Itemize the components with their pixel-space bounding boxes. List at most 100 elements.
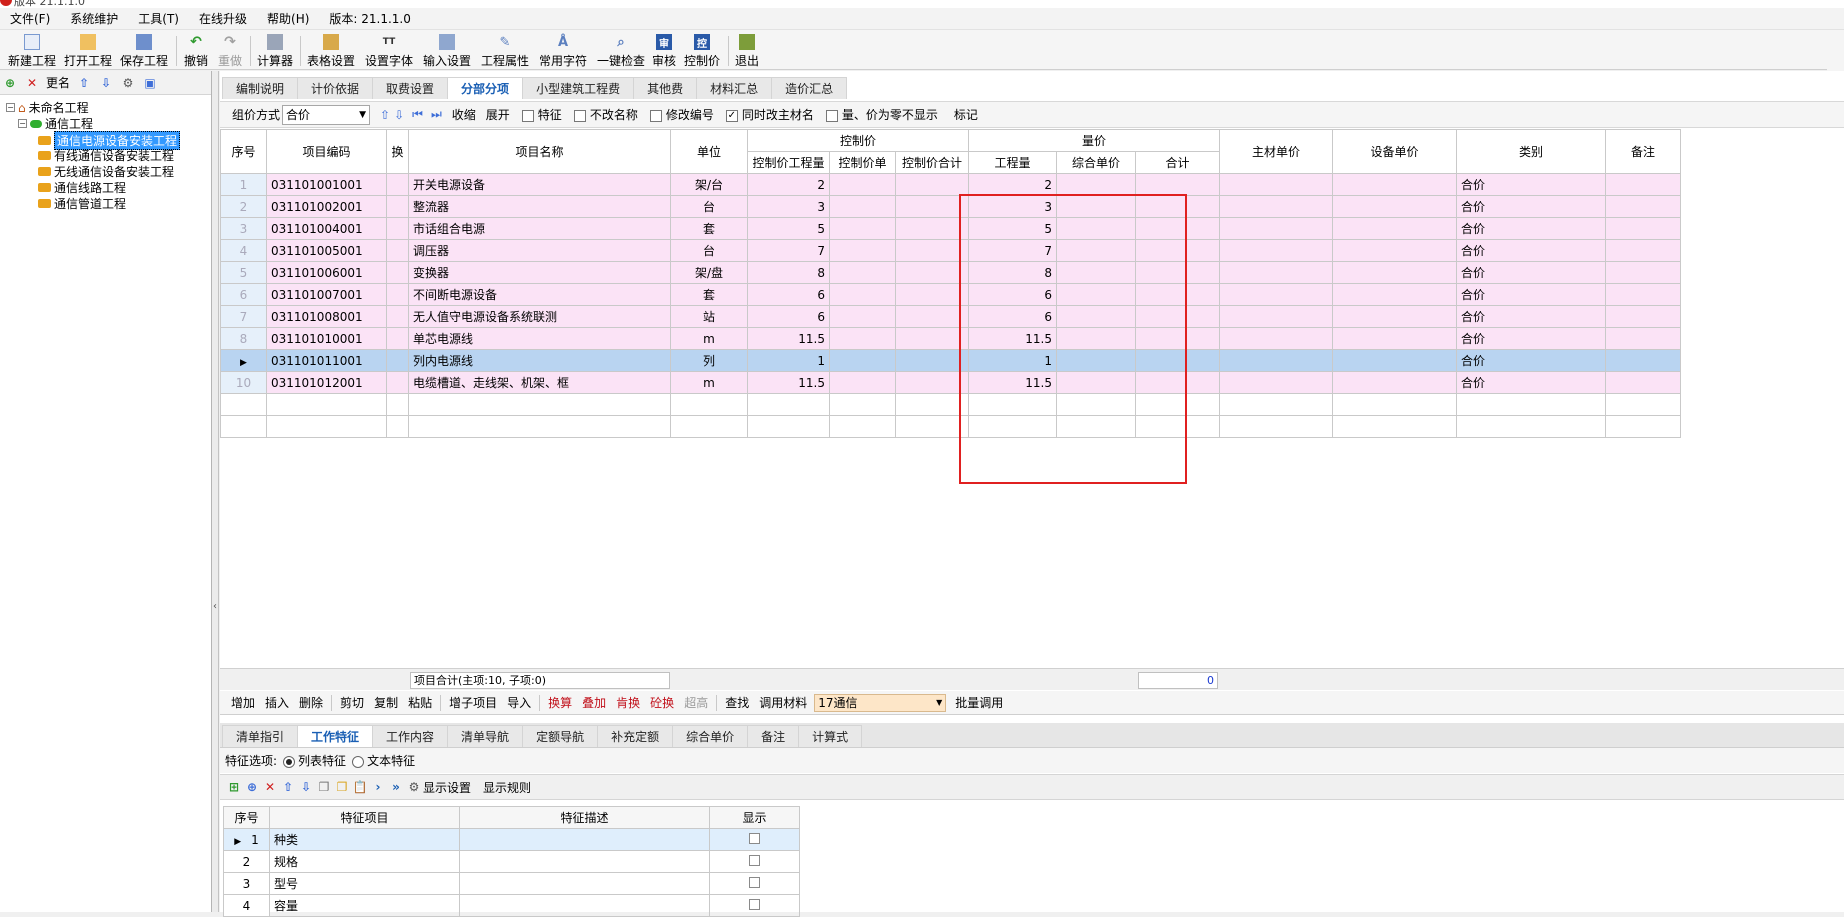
group-mode-select[interactable]: 合价 ▼: [282, 104, 371, 125]
feature-item[interactable]: 型号: [269, 872, 460, 895]
cell-category[interactable]: 合价: [1456, 349, 1606, 372]
cell-seq[interactable]: 6: [220, 283, 267, 306]
cell-control-qty[interactable]: 6: [747, 305, 830, 328]
empty-cell[interactable]: [266, 415, 387, 438]
cell-control-total[interactable]: [895, 305, 969, 328]
collapse-button[interactable]: 收缩: [452, 106, 476, 123]
cell-name[interactable]: 变换器: [408, 261, 671, 284]
cell-control-unit-price[interactable]: [829, 349, 896, 372]
menu-upgrade[interactable]: 在线升级: [189, 10, 257, 27]
cell-control-qty[interactable]: 11.5: [747, 327, 830, 350]
empty-row[interactable]: [220, 415, 1681, 438]
cell-swap[interactable]: [386, 371, 409, 394]
feat-col-show[interactable]: 显示: [709, 806, 800, 829]
cell-code[interactable]: 031101004001: [266, 217, 387, 240]
cell-composite-price[interactable]: [1056, 283, 1136, 306]
cell-seq[interactable]: ▶: [220, 349, 267, 372]
display-rules-button[interactable]: 显示规则: [483, 779, 531, 796]
feature-row[interactable]: 4 容量: [223, 894, 800, 917]
feature-row[interactable]: 3 型号: [223, 872, 800, 895]
tab-sub-items[interactable]: 分部分项: [447, 77, 524, 99]
cell-sum[interactable]: [1135, 261, 1220, 284]
cell-equipment[interactable]: [1332, 173, 1457, 196]
col-control-qty[interactable]: 控制价工程量: [747, 151, 830, 174]
cell-control-unit-price[interactable]: [829, 371, 896, 394]
menu-help[interactable]: 帮助(H): [257, 10, 319, 27]
cell-remark[interactable]: [1605, 327, 1681, 350]
cell-composite-price[interactable]: [1056, 349, 1136, 372]
cell-swap[interactable]: [386, 239, 409, 262]
cell-composite-price[interactable]: [1056, 327, 1136, 350]
feature-desc[interactable]: [459, 872, 710, 895]
cell-name[interactable]: 列内电源线: [408, 349, 671, 372]
cell-main-material[interactable]: [1219, 195, 1333, 218]
cell-sum[interactable]: [1135, 239, 1220, 262]
cut-button[interactable]: 剪切: [335, 694, 369, 711]
cell-sum[interactable]: [1135, 217, 1220, 240]
empty-cell[interactable]: [1056, 393, 1136, 416]
tab-remarks[interactable]: 备注: [747, 725, 800, 747]
empty-cell[interactable]: [408, 393, 671, 416]
cell-category[interactable]: 合价: [1456, 305, 1606, 328]
tab-pricing-basis[interactable]: 计价依据: [297, 77, 374, 99]
empty-cell[interactable]: [220, 393, 267, 416]
cell-qty[interactable]: 11.5: [968, 371, 1057, 394]
batch-call-button[interactable]: 批量调用: [950, 694, 1008, 711]
empty-cell[interactable]: [829, 415, 896, 438]
cell-control-qty[interactable]: 5: [747, 217, 830, 240]
empty-cell[interactable]: [386, 393, 409, 416]
control-price-button[interactable]: 控控制价: [683, 31, 721, 69]
cell-control-total[interactable]: [895, 173, 969, 196]
cell-composite-price[interactable]: [1056, 239, 1136, 262]
table-settings-button[interactable]: 表格设置: [306, 31, 356, 69]
cell-control-qty[interactable]: 6: [747, 283, 830, 306]
cell-sum[interactable]: [1135, 173, 1220, 196]
calculator-button[interactable]: 计算器: [256, 31, 294, 69]
cell-control-unit-price[interactable]: [829, 283, 896, 306]
table-row[interactable]: 2 031101002001 整流器台 3 3 合价: [220, 195, 1681, 218]
cell-unit[interactable]: 套: [670, 217, 748, 240]
feature-checkbox[interactable]: 特征: [521, 106, 562, 123]
empty-cell[interactable]: [895, 393, 969, 416]
find-button[interactable]: 查找: [720, 694, 754, 711]
cell-code[interactable]: 031101008001: [266, 305, 387, 328]
empty-cell[interactable]: [1332, 393, 1457, 416]
empty-cell[interactable]: [1056, 415, 1136, 438]
cell-sum[interactable]: [1135, 283, 1220, 306]
cell-unit[interactable]: 列: [670, 349, 748, 372]
delete-node-icon[interactable]: ✕: [24, 75, 40, 91]
col-code[interactable]: 项目编码: [266, 129, 387, 174]
tab-fee-settings[interactable]: 取费设置: [372, 77, 449, 99]
feature-desc[interactable]: [459, 828, 710, 851]
cell-remark[interactable]: [1605, 305, 1681, 328]
add-subitem-button[interactable]: 增子项目: [444, 694, 502, 711]
tab-compile-notes[interactable]: 编制说明: [222, 77, 299, 99]
tree-item[interactable]: 通信线路工程: [38, 179, 126, 196]
table-row[interactable]: 6 031101007001 不间断电源设备套 6 6 合价: [220, 283, 1681, 306]
call-material-button[interactable]: 调用材料: [754, 694, 812, 711]
tab-supplement-quota[interactable]: 补充定额: [597, 725, 674, 747]
cell-control-unit-price[interactable]: [829, 173, 896, 196]
cell-seq[interactable]: 4: [220, 239, 267, 262]
no-rename-checkbox[interactable]: 不改名称: [573, 106, 638, 123]
tab-quota-nav[interactable]: 定额导航: [522, 725, 599, 747]
cell-control-unit-price[interactable]: [829, 261, 896, 284]
tab-list-guide[interactable]: 清单指引: [222, 725, 299, 747]
cell-remark[interactable]: [1605, 195, 1681, 218]
cell-remark[interactable]: [1605, 173, 1681, 196]
col-name[interactable]: 项目名称: [408, 129, 671, 174]
cell-control-unit-price[interactable]: [829, 239, 896, 262]
cell-swap[interactable]: [386, 173, 409, 196]
cell-control-unit-price[interactable]: [829, 305, 896, 328]
empty-cell[interactable]: [220, 415, 267, 438]
empty-cell[interactable]: [1135, 393, 1220, 416]
cell-control-total[interactable]: [895, 217, 969, 240]
table-row[interactable]: 4 031101005001 调压器台 7 7 合价: [220, 239, 1681, 262]
table-row[interactable]: 8 031101010001 单芯电源线 m 11.5 11.5 合价: [220, 327, 1681, 350]
cell-code[interactable]: 031101005001: [266, 239, 387, 262]
cell-main-material[interactable]: [1219, 305, 1333, 328]
cell-unit[interactable]: 台: [670, 239, 748, 262]
show-checkbox[interactable]: [749, 832, 760, 844]
cell-qty[interactable]: 11.5: [968, 327, 1057, 350]
empty-cell[interactable]: [1332, 415, 1457, 438]
